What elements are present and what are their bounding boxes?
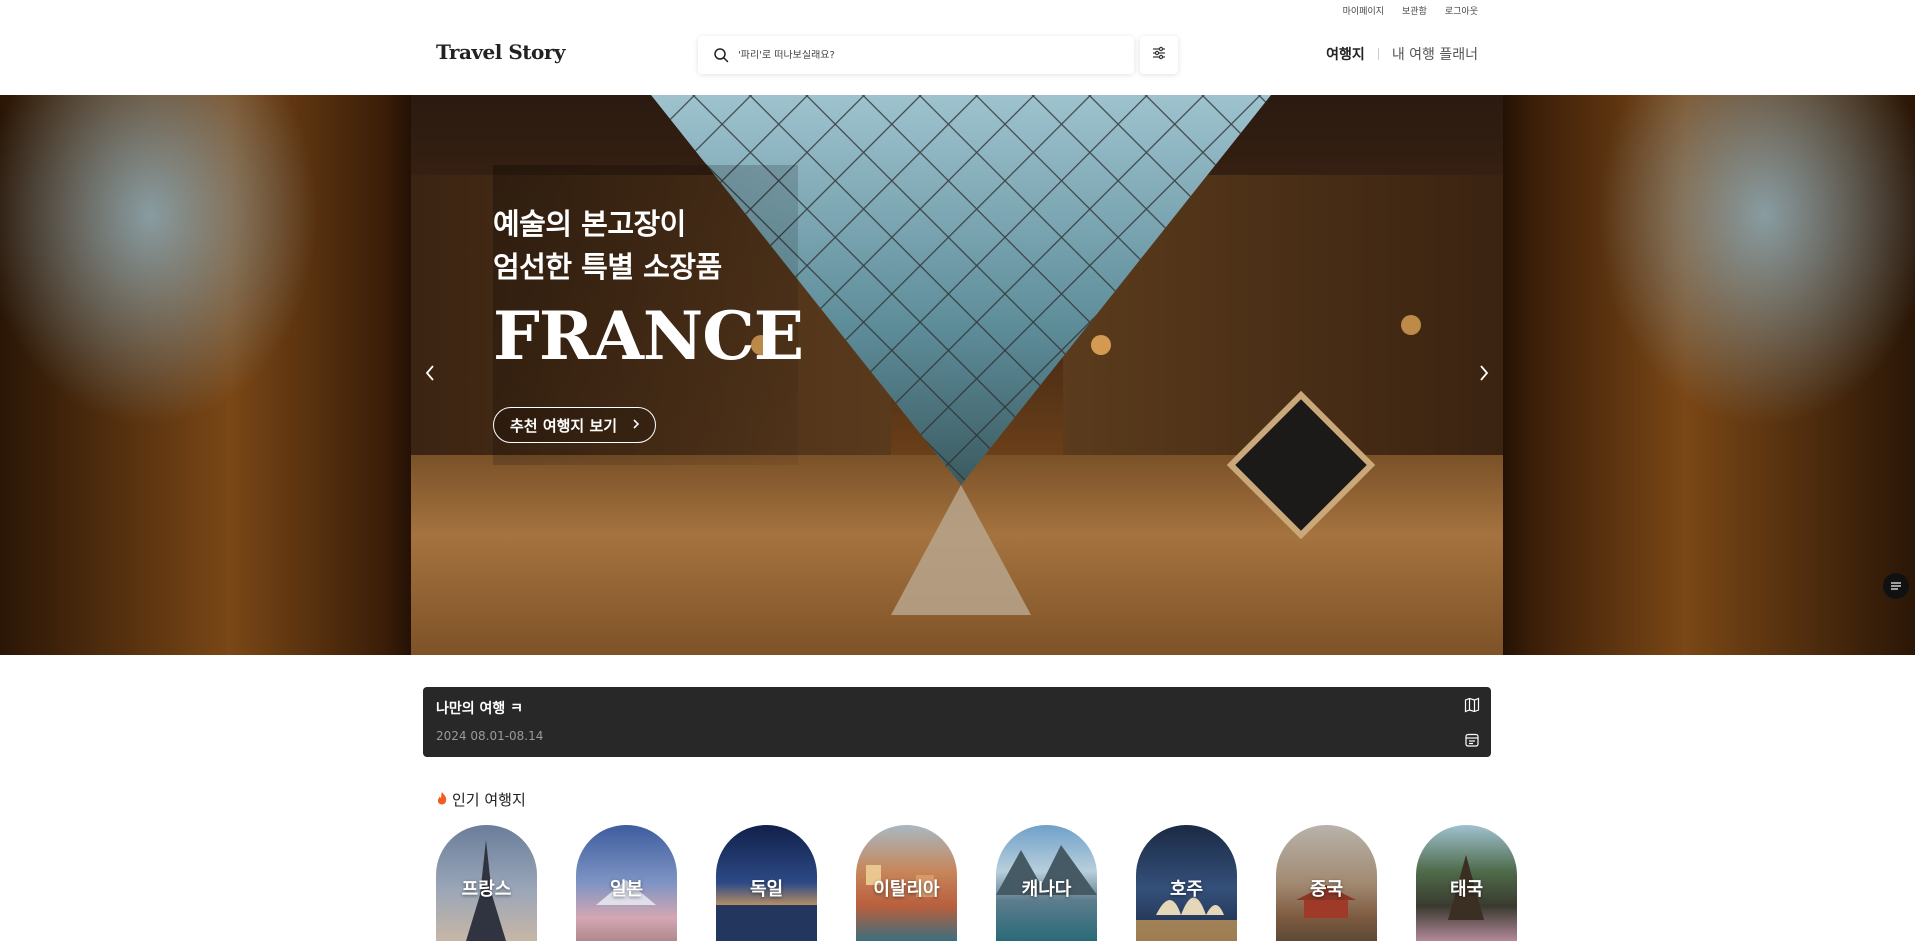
carousel-next-button[interactable] <box>1472 363 1496 387</box>
utility-links: 마이페이지 보관함 로그아웃 <box>1343 4 1478 17</box>
destination-card-thailand[interactable]: 태국 <box>1416 825 1517 941</box>
destination-label: 호주 <box>1169 879 1204 900</box>
mypage-link[interactable]: 마이페이지 <box>1343 4 1384 17</box>
trip-dates: 2024 08.01-08.14 <box>436 729 544 743</box>
nav-divider <box>1377 48 1379 60</box>
popular-heading-text: 인기 여행지 <box>452 791 526 809</box>
map-icon[interactable] <box>1463 696 1481 714</box>
my-trip-card[interactable]: 나만의 여행 ㅋ 2024 08.01-08.14 <box>423 687 1491 757</box>
destination-label: 이탈리아 <box>873 879 940 900</box>
logout-link[interactable]: 로그아웃 <box>1445 4 1478 17</box>
nav-destinations[interactable]: 여행지 <box>1326 44 1365 64</box>
destination-label: 중국 <box>1309 879 1344 900</box>
destination-label: 일본 <box>609 879 644 900</box>
search-input[interactable] <box>738 49 1118 61</box>
search-bar[interactable] <box>698 36 1134 74</box>
hero-text: 예술의 본고장이 엄선한 특별 소장품 FRANCE <box>493 203 804 375</box>
destination-card-canada[interactable]: 캐나다 <box>996 825 1097 941</box>
hero-subtitle-line1: 예술의 본고장이 <box>493 207 686 241</box>
popular-heading: 인기 여행지 <box>436 789 526 810</box>
utility-bar: 마이페이지 보관함 로그아웃 <box>0 0 1915 22</box>
cta-label: 추천 여행지 보기 <box>510 416 618 435</box>
logo[interactable]: Travel Story <box>436 40 566 64</box>
header: Travel Story 여행지 내 여행 플래너 <box>0 22 1915 94</box>
chevron-right-icon <box>631 416 641 434</box>
nav-planner[interactable]: 내 여행 플래너 <box>1392 44 1478 64</box>
carousel-prev-button[interactable] <box>418 363 442 387</box>
destination-label: 프랑스 <box>461 879 512 900</box>
trip-title: 나만의 여행 ㅋ <box>436 701 524 717</box>
destination-card-italy[interactable]: 이탈리아 <box>856 825 957 941</box>
destination-card-germany[interactable]: 독일 <box>716 825 817 941</box>
destination-label: 태국 <box>1449 879 1484 900</box>
destination-label: 캐나다 <box>1021 879 1072 900</box>
fire-icon <box>436 791 448 809</box>
chevron-right-icon <box>1477 363 1491 387</box>
filter-icon <box>1151 45 1167 65</box>
destination-label: 독일 <box>749 879 784 900</box>
hero-slide: 예술의 본고장이 엄선한 특별 소장품 FRANCE 추천 여행지 보기 <box>411 95 1503 655</box>
hero-subtitle-line2: 엄선한 특별 소장품 <box>493 250 722 284</box>
destination-card-japan[interactable]: 일본 <box>576 825 677 941</box>
side-menu-button[interactable] <box>1883 573 1909 599</box>
chevron-left-icon <box>423 363 437 387</box>
search-icon[interactable] <box>712 46 730 64</box>
destination-card-france[interactable]: 프랑스 <box>436 825 537 941</box>
destination-card-china[interactable]: 중국 <box>1276 825 1377 941</box>
filter-button[interactable] <box>1140 36 1178 74</box>
saved-link[interactable]: 보관함 <box>1402 4 1427 17</box>
hero-carousel: 예술의 본고장이 엄선한 특별 소장품 FRANCE 추천 여행지 보기 <box>0 95 1915 655</box>
menu-icon <box>1890 577 1902 596</box>
recommend-destination-button[interactable]: 추천 여행지 보기 <box>493 407 657 443</box>
destination-list: 프랑스 일본 독일 이탈리아 캐나다 호주 중국 태국 <box>436 825 1517 941</box>
hero-title: FRANCE <box>493 297 804 375</box>
main-nav: 여행지 내 여행 플래너 <box>1326 44 1478 64</box>
destination-card-australia[interactable]: 호주 <box>1136 825 1237 941</box>
calendar-icon[interactable] <box>1463 731 1481 749</box>
